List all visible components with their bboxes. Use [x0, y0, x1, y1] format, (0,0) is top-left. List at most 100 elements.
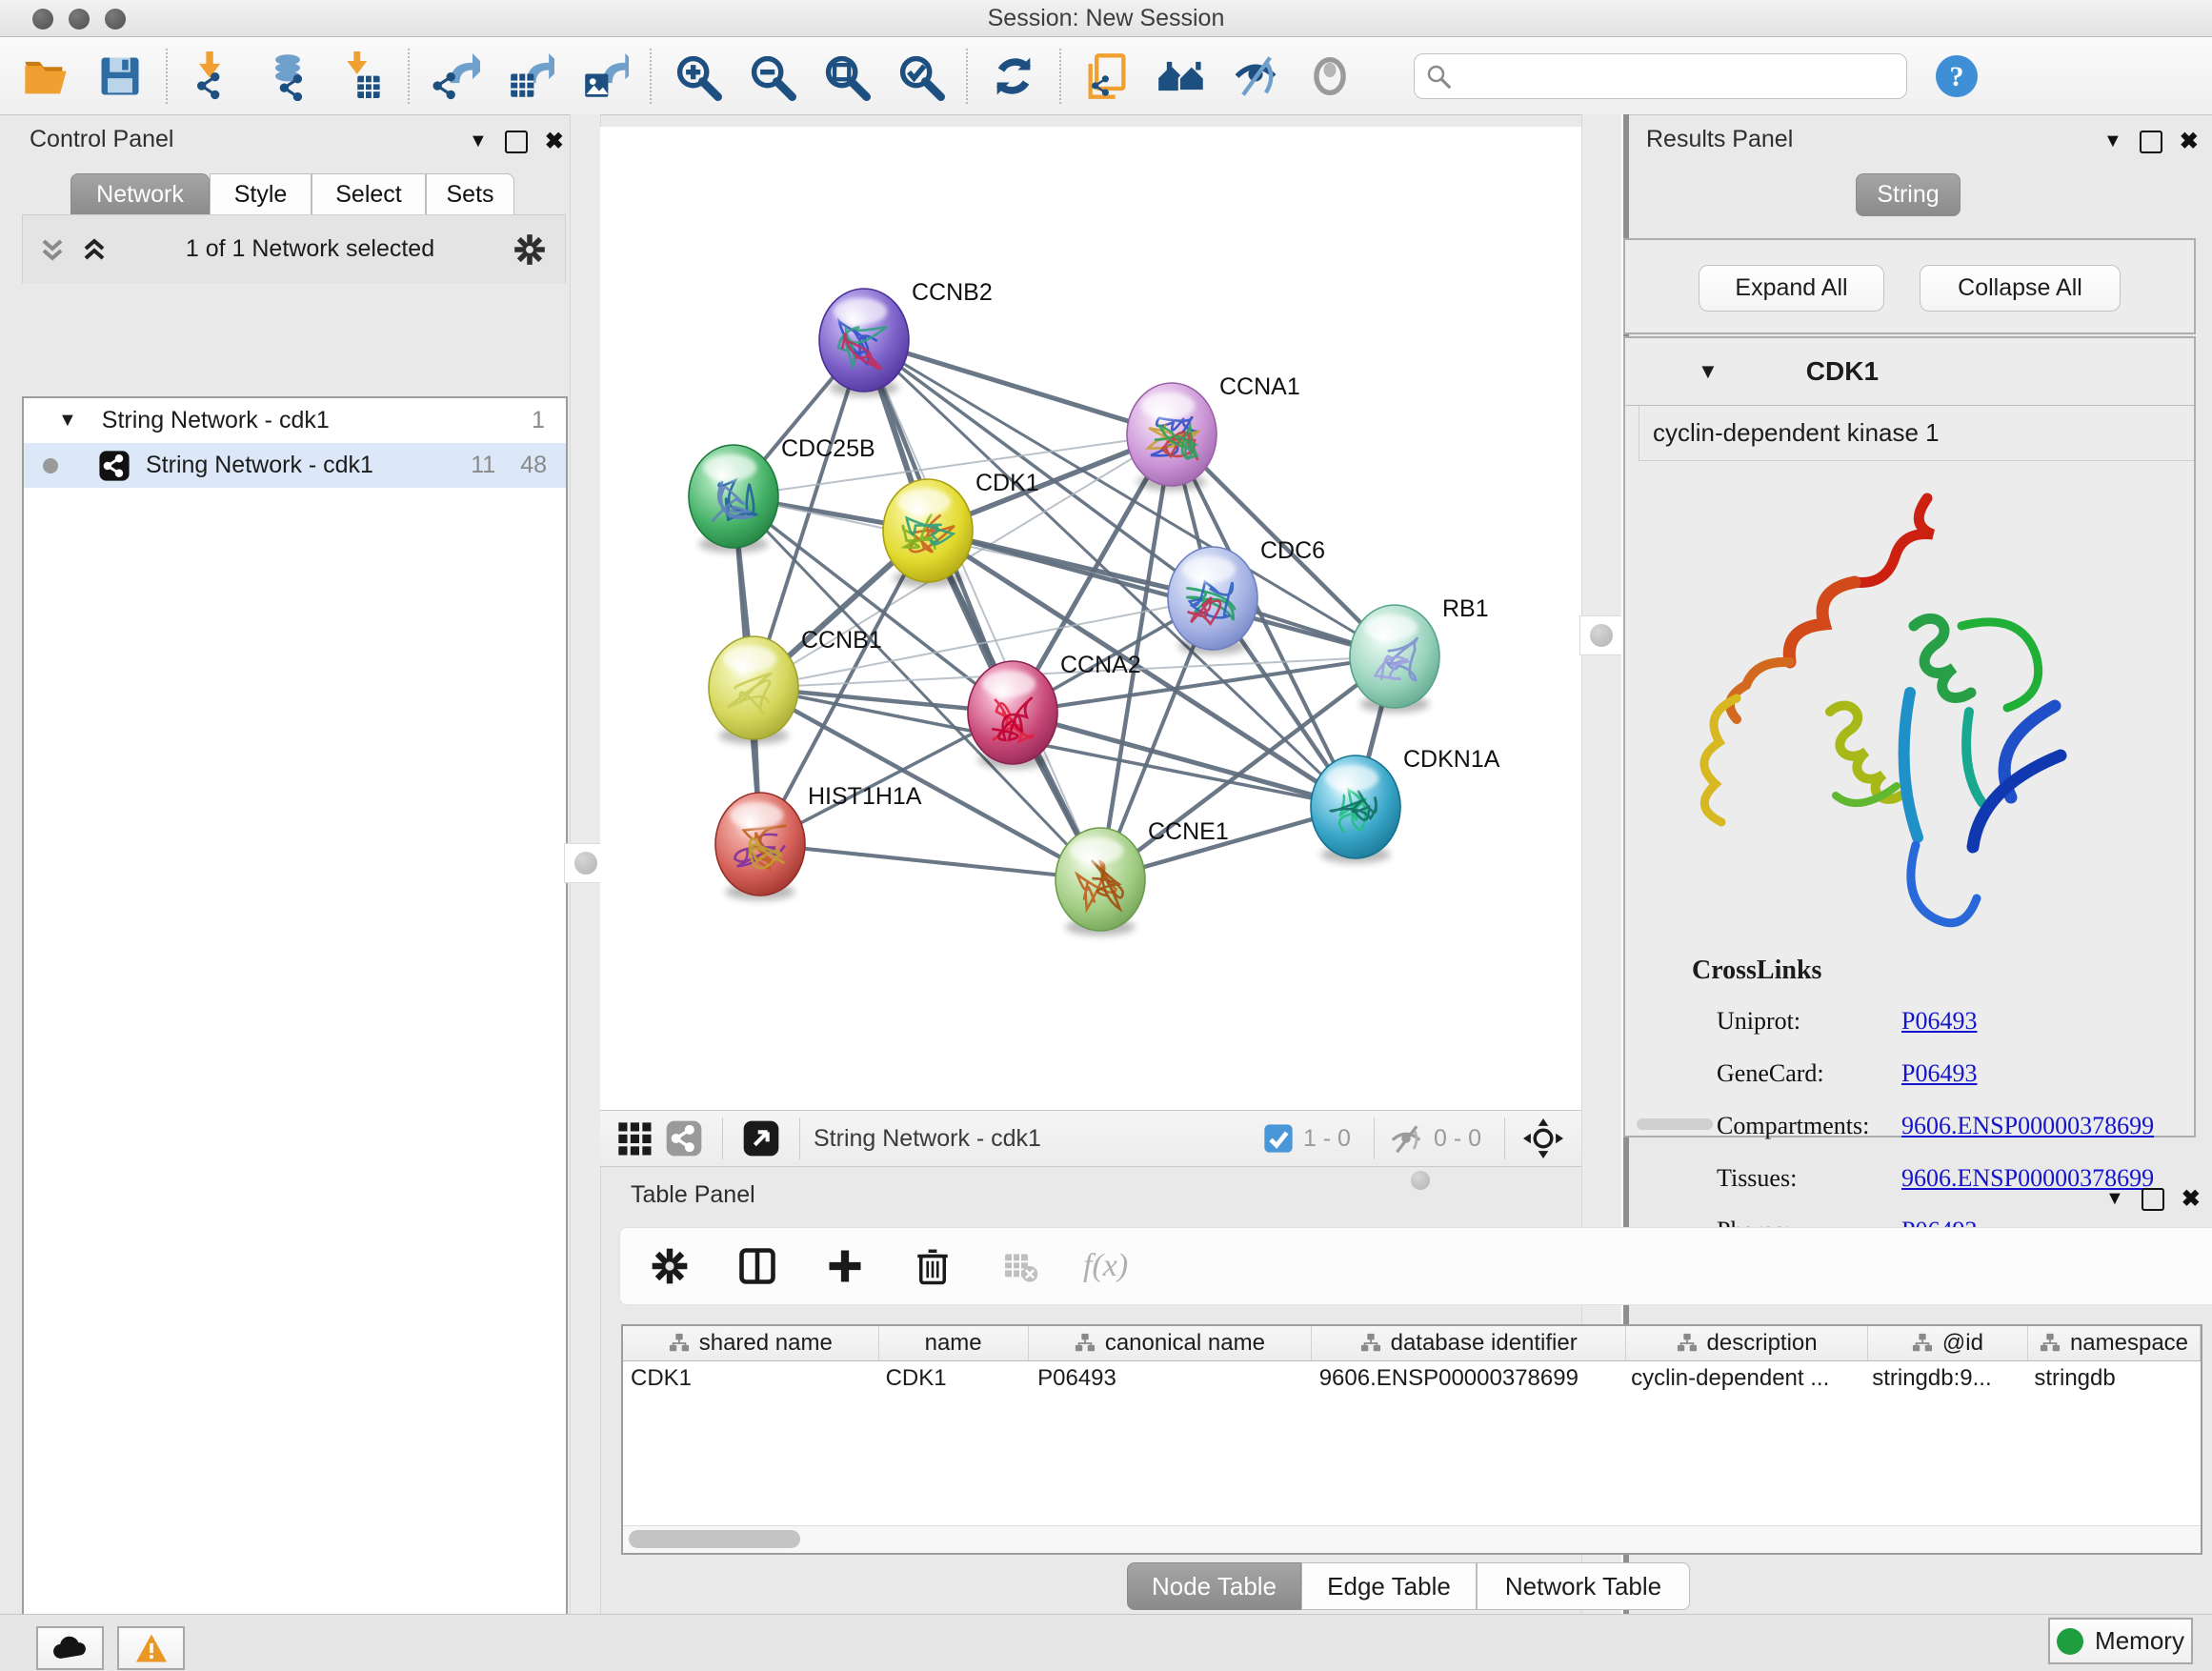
table-row[interactable]: CDK1CDK1P064939606.ENSP00000378699cyclin…	[623, 1361, 2201, 1396]
table-cell: stringdb	[2026, 1361, 2201, 1396]
delete-table-icon	[995, 1241, 1045, 1291]
hide-panels-icon[interactable]	[1231, 51, 1280, 101]
result-entry-header[interactable]: ▼ CDK1	[1625, 338, 2194, 406]
table-panel-collapse-icon[interactable]: ▼	[2105, 1188, 2124, 1210]
tab-network-table[interactable]: Network Table	[1477, 1562, 1690, 1610]
results-scrollbar-thumb[interactable]	[1637, 1118, 1713, 1130]
svg-text:CDKN1A: CDKN1A	[1403, 746, 1500, 773]
import-database-icon[interactable]	[263, 51, 312, 101]
collection-count: 1	[532, 407, 545, 434]
import-network-icon[interactable]	[189, 51, 238, 101]
network-options-gear-icon[interactable]	[512, 232, 548, 268]
export-network-icon[interactable]	[431, 51, 480, 101]
column-header-@id[interactable]: @id	[1868, 1326, 2028, 1360]
home-icon[interactable]	[1156, 51, 1206, 101]
column-type-icon	[669, 1333, 690, 1354]
grid-view-icon[interactable]	[610, 1114, 659, 1163]
results-panel-float-icon[interactable]	[2140, 131, 2162, 153]
string-network-icon[interactable]	[659, 1114, 709, 1163]
node-CCNE1: CCNE1	[1056, 818, 1229, 936]
table-horizontal-scrollbar[interactable]	[623, 1525, 2201, 1553]
show-panels-icon[interactable]	[1305, 51, 1355, 101]
delete-column-icon[interactable]	[908, 1241, 957, 1291]
table-toolbar: f(x)	[619, 1227, 2212, 1305]
control-panel-float-icon[interactable]	[505, 131, 528, 153]
tab-style[interactable]: Style	[210, 173, 312, 216]
search-input[interactable]	[1453, 62, 1897, 91]
network-collection-row[interactable]: ▼ String Network - cdk1 1	[24, 398, 566, 443]
collapse-all-button[interactable]: Collapse All	[1920, 265, 2121, 312]
open-session-icon[interactable]	[21, 51, 70, 101]
column-header-shared-name[interactable]: shared name	[623, 1326, 879, 1360]
results-panel-title: Results Panel	[1646, 126, 1793, 152]
crosslink-link[interactable]: P06493	[1901, 1007, 1977, 1036]
table-cell: CDK1	[623, 1361, 878, 1396]
crosslink-link[interactable]: 9606.ENSP00000378699	[1901, 1112, 2154, 1140]
crosslink-label: GeneCard:	[1717, 1059, 1824, 1088]
column-type-icon	[1912, 1333, 1933, 1354]
tab-string[interactable]: String	[1856, 173, 1961, 216]
expand-all-networks-icon[interactable]	[80, 233, 109, 266]
tab-node-table[interactable]: Node Table	[1127, 1562, 1301, 1610]
tab-sets[interactable]: Sets	[426, 173, 514, 216]
column-header-namespace[interactable]: namespace	[2028, 1326, 2201, 1360]
zoom-out-icon[interactable]	[747, 51, 796, 101]
table-settings-gear-icon[interactable]	[645, 1241, 694, 1291]
hidden-eye-icon	[1388, 1120, 1424, 1157]
export-image-icon[interactable]	[579, 51, 629, 101]
svg-text:CCNB2: CCNB2	[912, 279, 993, 306]
svg-text:CCNB1: CCNB1	[801, 627, 882, 654]
network-status-dot	[43, 458, 58, 473]
collapse-all-networks-icon[interactable]	[38, 233, 67, 266]
table-panel-close-icon[interactable]: ✖	[2182, 1185, 2201, 1213]
add-column-icon[interactable]	[820, 1241, 870, 1291]
collection-expand-icon[interactable]: ▼	[58, 410, 77, 432]
control-panel-close-icon[interactable]: ✖	[545, 128, 564, 155]
column-header-description[interactable]: description	[1626, 1326, 1868, 1360]
zoom-in-icon[interactable]	[673, 51, 722, 101]
column-header-name[interactable]: name	[879, 1326, 1029, 1360]
refresh-icon[interactable]	[989, 51, 1038, 101]
tab-edge-table[interactable]: Edge Table	[1301, 1562, 1477, 1610]
crosslink-link[interactable]: P06493	[1901, 1059, 1977, 1088]
zoom-fit-icon[interactable]	[821, 51, 871, 101]
entry-collapse-icon[interactable]: ▼	[1698, 359, 1719, 384]
table-cell: 9606.ENSP00000378699	[1312, 1361, 1623, 1396]
network-row[interactable]: String Network - cdk1 11 48	[24, 443, 566, 488]
export-table-icon[interactable]	[505, 51, 554, 101]
left-splitter[interactable]	[570, 114, 601, 1671]
table-scrollbar-thumb[interactable]	[629, 1530, 800, 1548]
table-cell: stringdb:9...	[1864, 1361, 2026, 1396]
warnings-button[interactable]	[117, 1626, 185, 1670]
search-box[interactable]	[1414, 53, 1907, 99]
tab-network[interactable]: Network	[70, 173, 210, 216]
import-table-icon[interactable]	[337, 51, 387, 101]
main-toolbar: ?	[0, 37, 2212, 115]
control-panel: Control Panel ▼ ✖ NetworkStyleSelectSets…	[0, 114, 570, 1671]
node-table[interactable]: shared namenamecanonical namedatabase id…	[621, 1324, 2202, 1555]
memory-button[interactable]: Memory	[2048, 1618, 2193, 1664]
network-canvas[interactable]: CCNB2 CCNA1 CDC25B CDK1 CDC6	[600, 127, 1581, 1110]
zoom-selected-icon[interactable]	[895, 51, 945, 101]
results-panel-collapse-icon[interactable]: ▼	[2103, 131, 2122, 152]
selected-checkbox-icon[interactable]	[1263, 1123, 1294, 1154]
results-panel-close-icon[interactable]: ✖	[2180, 128, 2199, 155]
cloud-status-button[interactable]	[36, 1626, 104, 1670]
column-header-database-identifier[interactable]: database identifier	[1312, 1326, 1626, 1360]
svg-text:RB1: RB1	[1442, 595, 1489, 622]
right-splitter-handle[interactable]	[1579, 615, 1623, 655]
fit-selected-crosshair-icon[interactable]	[1518, 1114, 1568, 1163]
save-session-icon[interactable]	[95, 51, 145, 101]
table-panel-float-icon[interactable]	[2142, 1188, 2164, 1211]
control-panel-collapse-icon[interactable]: ▼	[469, 131, 488, 152]
show-columns-icon[interactable]	[733, 1241, 782, 1291]
detach-view-icon[interactable]	[736, 1114, 786, 1163]
application-window: Session: New Session ? Control Panel ▼ ✖…	[0, 0, 2212, 1671]
clone-network-icon[interactable]	[1082, 51, 1132, 101]
expand-all-button[interactable]: Expand All	[1699, 265, 1884, 312]
help-icon[interactable]: ?	[1932, 51, 1981, 101]
svg-text:CCNE1: CCNE1	[1148, 818, 1229, 845]
control-panel-title: Control Panel	[30, 126, 173, 152]
column-header-canonical-name[interactable]: canonical name	[1029, 1326, 1312, 1360]
tab-select[interactable]: Select	[312, 173, 426, 216]
